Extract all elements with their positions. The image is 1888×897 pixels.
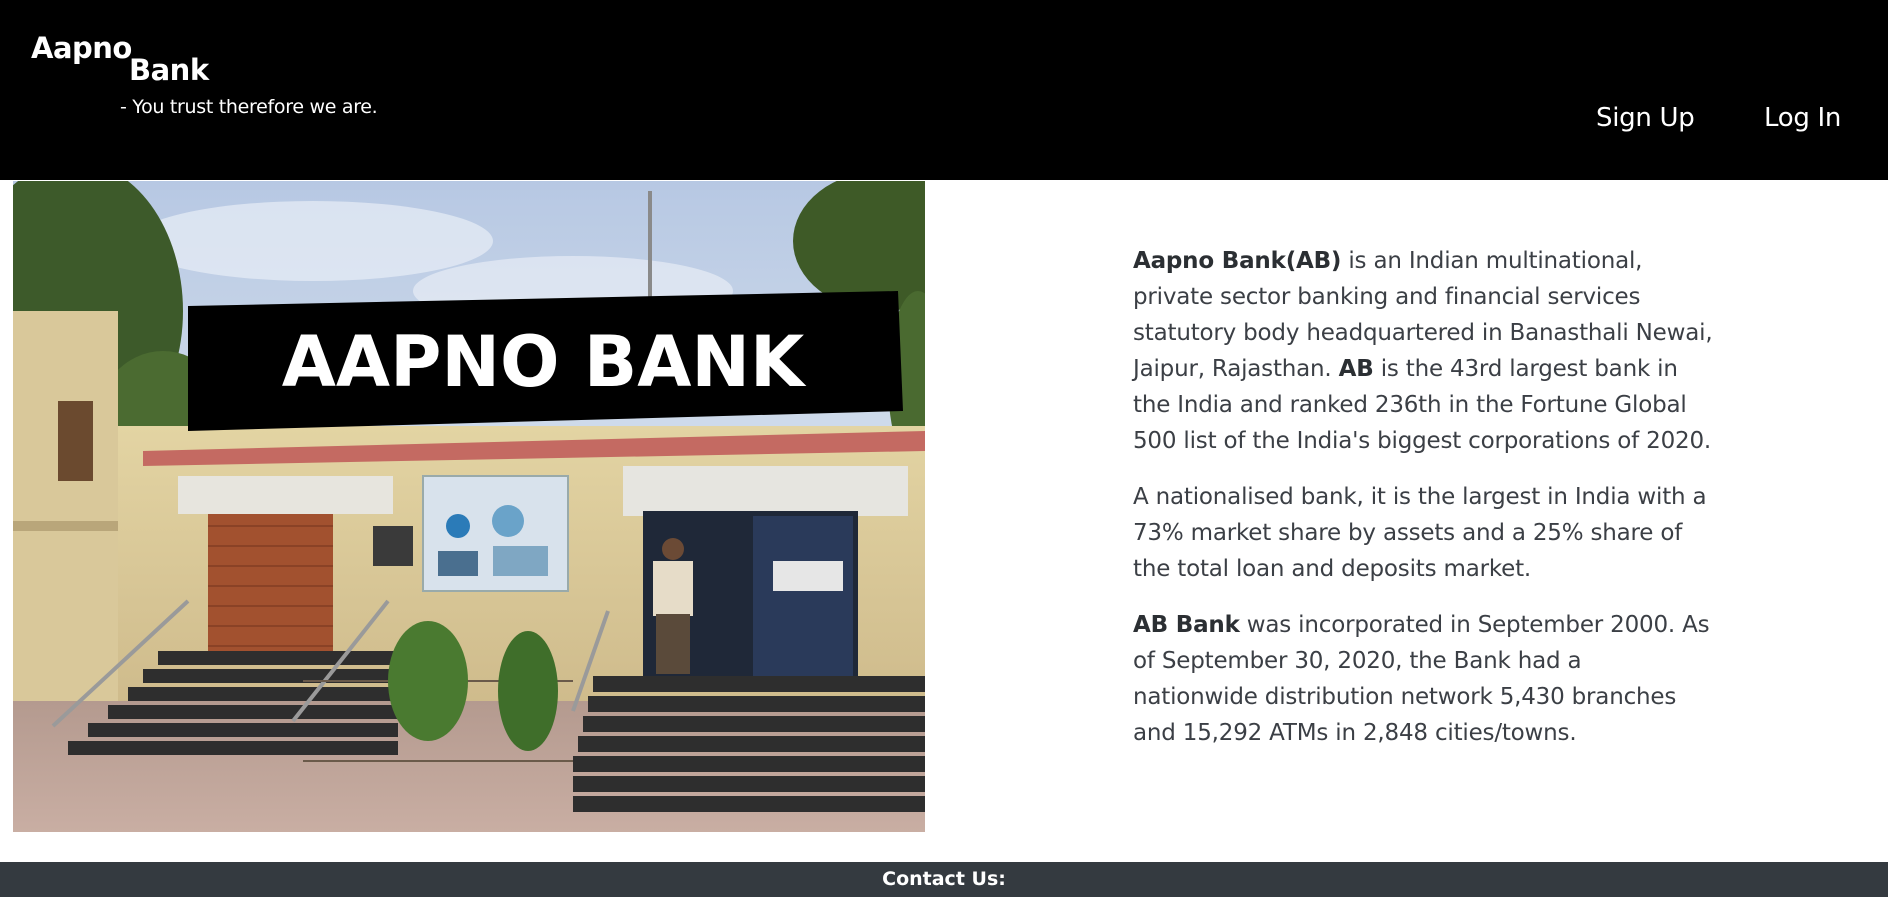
about-paragraph-2: A nationalised bank, it is the largest i… [1133, 484, 1707, 582]
bank-branch-photo: AAPNO BANK [13, 181, 925, 832]
signup-link[interactable]: Sign Up [1596, 103, 1695, 133]
brand-tagline: - You trust therefore we are. [120, 96, 378, 118]
contact-us-heading: Contact Us: [882, 868, 1006, 890]
site-footer: Contact Us: [0, 862, 1888, 897]
brand-name-line2: Bank [129, 53, 209, 87]
about-paragraph-1: Aapno Bank(AB) is an Indian multinationa… [1133, 248, 1713, 454]
site-header: Aapno Bank - You trust therefore we are.… [0, 0, 1888, 180]
login-link[interactable]: Log In [1764, 103, 1841, 133]
brand-name-line1: Aapno [31, 31, 132, 65]
about-section: Aapno Bank(AB) is an Indian multinationa… [1133, 243, 1713, 771]
signboard-text: AAPNO BANK [282, 321, 807, 403]
ab-bank-bold: AB Bank [1133, 612, 1240, 638]
about-paragraph-3: AB Bank was incorporated in September 20… [1133, 612, 1710, 746]
bank-name-bold: Aapno Bank(AB) [1133, 248, 1342, 274]
bank-abbrev-bold: AB [1338, 356, 1374, 382]
